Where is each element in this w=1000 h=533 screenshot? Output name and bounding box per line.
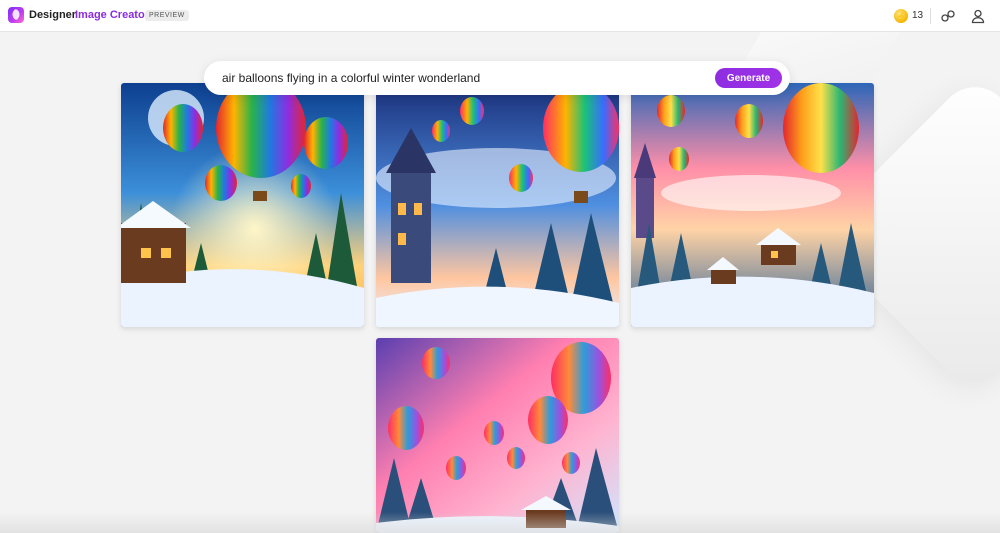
logo-icon[interactable] — [8, 7, 24, 23]
result-image-3[interactable] — [631, 83, 874, 327]
preview-badge: PREVIEW — [145, 10, 189, 21]
header-divider — [930, 8, 931, 24]
prompt-input[interactable]: air balloons flying in a colorful winter… — [222, 71, 480, 85]
coin-symbol: ⚡ — [896, 11, 906, 21]
brand-name[interactable]: Designer — [29, 9, 76, 21]
product-name[interactable]: Image Creator — [75, 9, 149, 21]
boost-coin-icon[interactable]: ⚡ — [894, 9, 908, 23]
top-header: Designer Image Creator PREVIEW ⚡ 13 — [0, 0, 1000, 32]
footer-fade — [0, 512, 1000, 533]
generate-button[interactable]: Generate — [715, 68, 782, 88]
result-image-1[interactable] — [121, 83, 364, 327]
result-image-2[interactable] — [376, 83, 619, 327]
user-icon[interactable] — [970, 8, 986, 24]
boost-count[interactable]: 13 — [912, 10, 923, 21]
prompt-bar: air balloons flying in a colorful winter… — [204, 61, 790, 95]
result-image-4[interactable] — [376, 338, 619, 533]
share-icon[interactable] — [940, 8, 956, 24]
